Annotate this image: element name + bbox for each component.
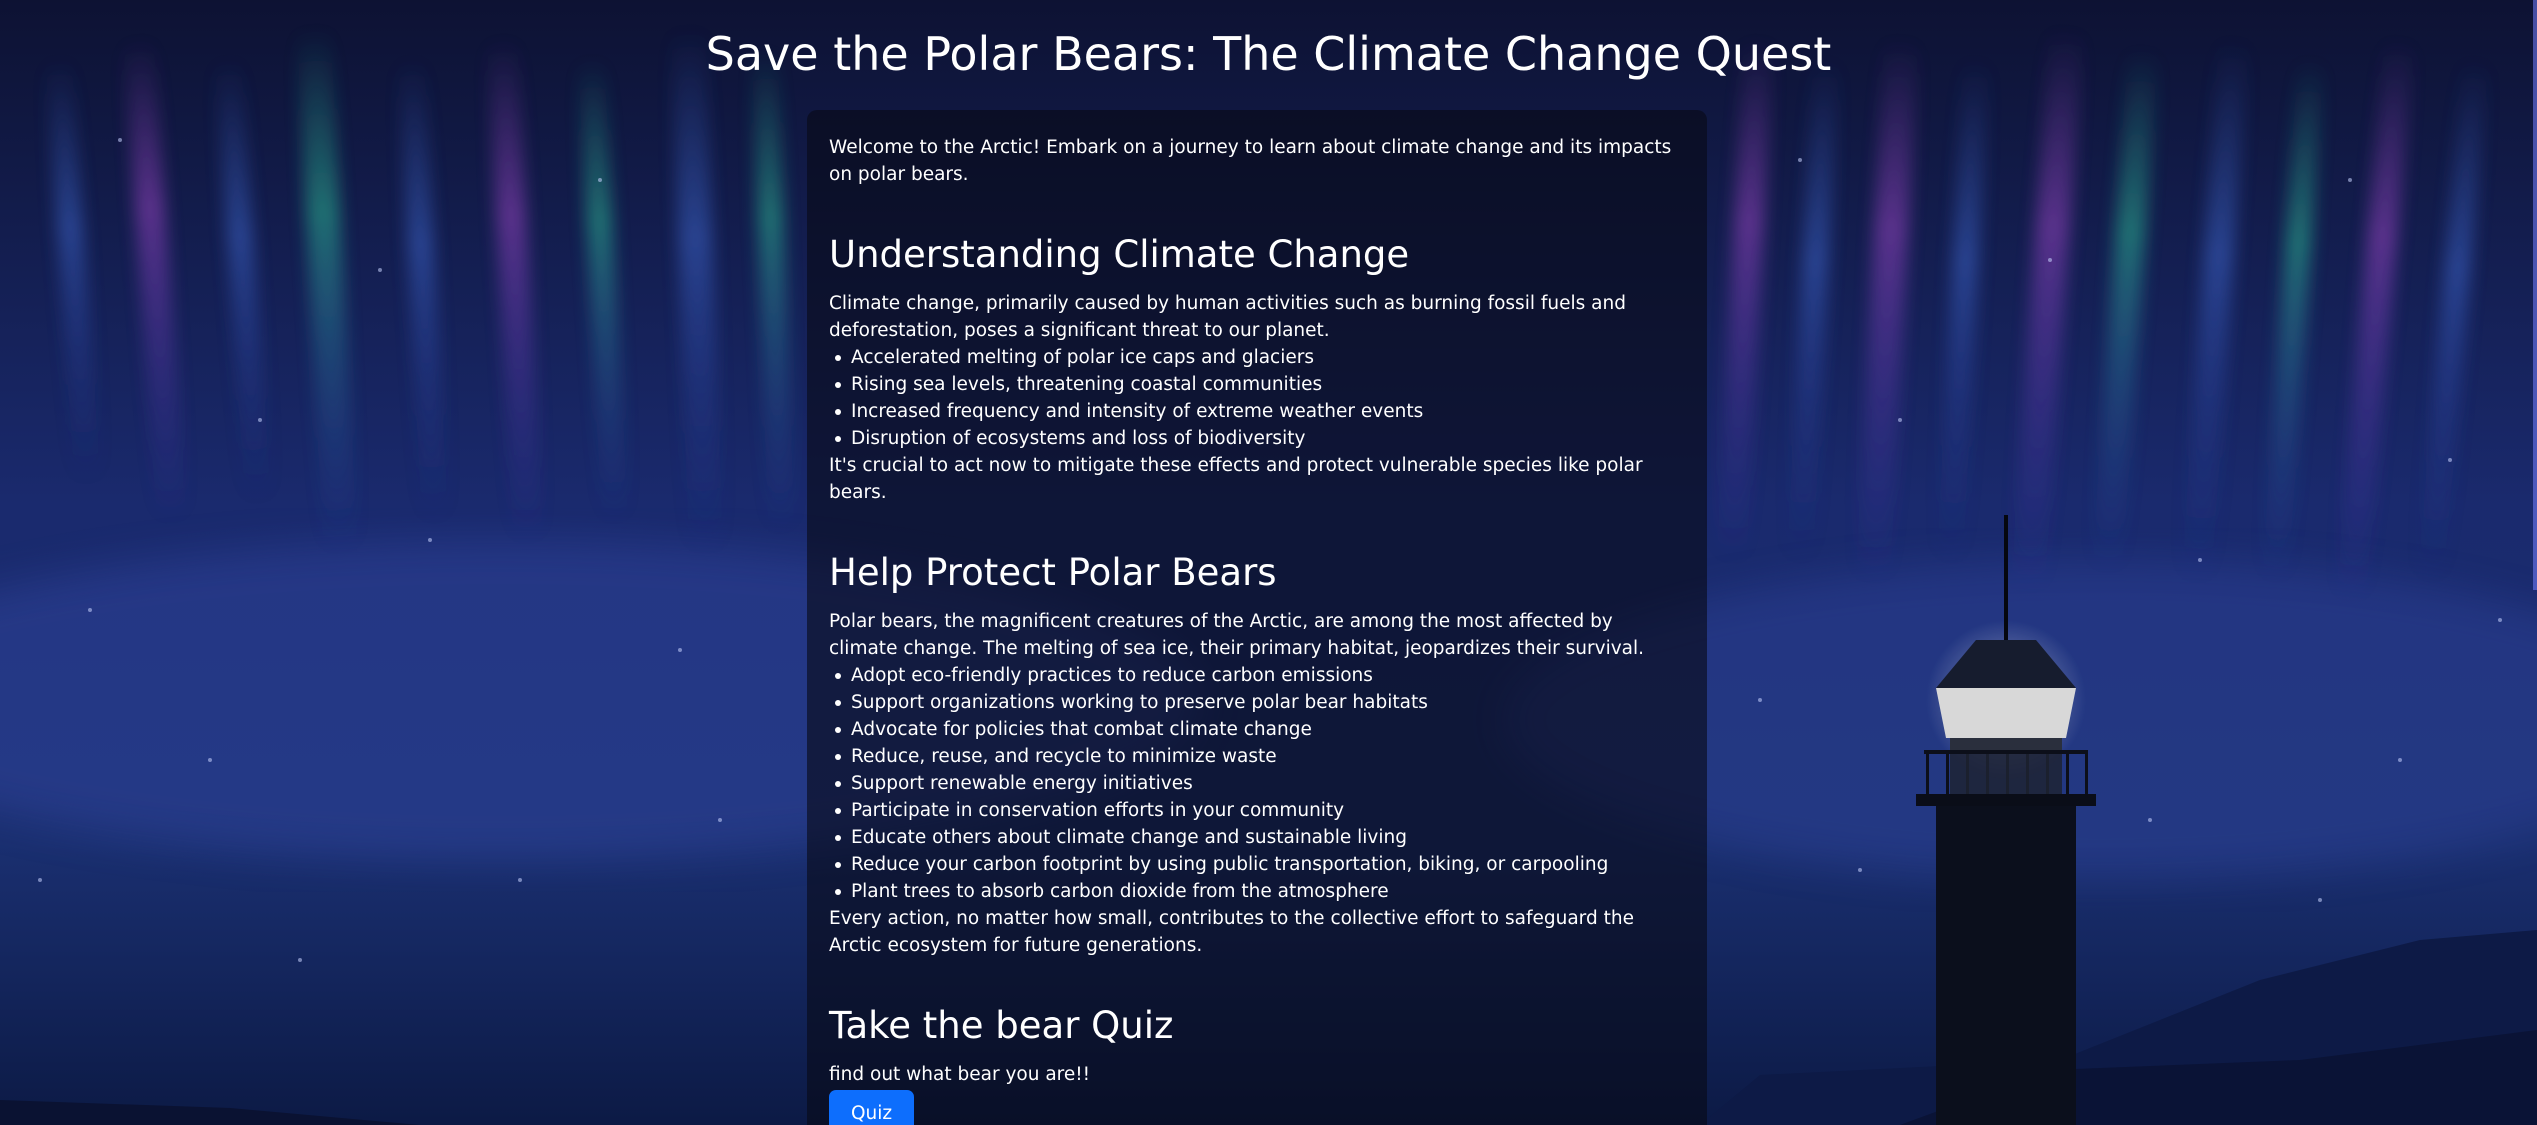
content-card: Welcome to the Arctic! Embark on a journ… [807, 110, 1707, 1125]
intro-text: Welcome to the Arctic! Embark on a journ… [829, 137, 1672, 185]
list-item: Rising sea levels, threatening coastal c… [835, 371, 1685, 398]
list-item: Increased frequency and intensity of ext… [835, 398, 1685, 425]
climate-text: Climate change, primarily caused by huma… [829, 293, 1626, 341]
protect-closing: Every action, no matter how small, contr… [829, 908, 1634, 956]
list-item: Participate in conservation efforts in y… [835, 797, 1685, 824]
quiz-button[interactable]: Quiz [829, 1090, 915, 1125]
climate-section: Understanding Climate Change Climate cha… [829, 232, 1685, 506]
list-item: Reduce, reuse, and recycle to minimize w… [835, 743, 1685, 770]
climate-list: Accelerated melting of polar ice caps an… [829, 344, 1685, 452]
protect-heading: Help Protect Polar Bears [829, 551, 1277, 594]
protect-section: Help Protect Polar Bears Polar bears, th… [829, 550, 1685, 959]
climate-heading: Understanding Climate Change [829, 233, 1410, 276]
protect-text: Polar bears, the magnificent creatures o… [829, 611, 1645, 659]
list-item: Support organizations working to preserv… [835, 689, 1685, 716]
list-item: Disruption of ecosystems and loss of bio… [835, 425, 1685, 452]
list-item: Reduce your carbon footprint by using pu… [835, 851, 1685, 878]
protect-list: Adopt eco-friendly practices to reduce c… [829, 662, 1685, 905]
list-item: Advocate for policies that combat climat… [835, 716, 1685, 743]
climate-closing: It's crucial to act now to mitigate thes… [829, 455, 1643, 503]
page-title: Save the Polar Bears: The Climate Change… [705, 27, 1832, 81]
list-item: Support renewable energy initiatives [835, 770, 1685, 797]
quiz-section: Take the bear Quiz find out what bear yo… [829, 1003, 1685, 1125]
scrollbar-thumb[interactable] [2533, 0, 2537, 590]
list-item: Accelerated melting of polar ice caps an… [835, 344, 1685, 371]
list-item: Adopt eco-friendly practices to reduce c… [835, 662, 1685, 689]
list-item: Plant trees to absorb carbon dioxide fro… [835, 878, 1685, 905]
list-item: Educate others about climate change and … [835, 824, 1685, 851]
quiz-text: find out what bear you are!! [829, 1064, 1091, 1085]
quiz-heading: Take the bear Quiz [829, 1004, 1174, 1047]
